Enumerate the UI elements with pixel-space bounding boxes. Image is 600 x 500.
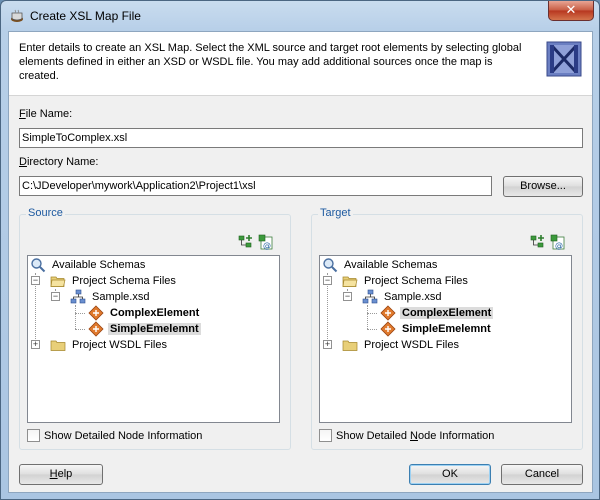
element-icon	[380, 305, 396, 321]
file-name-label: File Name:	[19, 108, 73, 120]
help-button[interactable]: Help	[19, 464, 103, 485]
collapse-icon[interactable]: −	[51, 292, 60, 301]
collapse-icon[interactable]: −	[31, 276, 40, 285]
close-icon: ✕	[565, 2, 577, 17]
target-group: Target @ Available Schemas − Project Sch…	[311, 207, 583, 450]
folder-open-icon	[50, 276, 66, 287]
source-group: Source @ Available Schemas − Project Sch…	[19, 207, 291, 450]
magnifier-icon	[323, 258, 338, 273]
window-title: Create XSL Map File	[30, 9, 141, 23]
tree-node-project-schema-files[interactable]: Project Schema Files	[342, 273, 470, 289]
tree-line	[367, 329, 377, 330]
folder-icon	[342, 340, 358, 351]
target-legend: Target	[318, 207, 353, 219]
dialog-window: Create XSL Map File ✕ Enter details to c…	[0, 0, 600, 500]
tree-line	[367, 305, 368, 329]
source-detail-checkbox[interactable]	[27, 429, 40, 442]
target-detail-checkbox-row[interactable]: Show Detailed Node Information	[319, 429, 494, 442]
dialog-body: Enter details to create an XSL Map. Sele…	[8, 31, 593, 493]
directory-name-label: Directory Name:	[19, 156, 99, 168]
tree-node-available-schemas[interactable]: Available Schemas	[322, 257, 439, 273]
import-schema-icon[interactable]: @	[550, 234, 566, 250]
collapse-icon[interactable]: −	[343, 292, 352, 301]
tree-node-project-wsdl-files[interactable]: Project WSDL Files	[342, 337, 461, 353]
xsl-map-icon	[546, 41, 582, 77]
source-legend: Source	[26, 207, 65, 219]
file-name-field[interactable]: SimpleToComplex.xsl	[19, 128, 583, 148]
tree-node-simple-element[interactable]: SimpleEmelemnt	[88, 321, 201, 337]
header-description: Enter details to create an XSL Map. Sele…	[19, 42, 522, 82]
folder-open-icon	[342, 276, 358, 287]
element-icon	[380, 321, 396, 337]
tree-node-simple-element[interactable]: SimpleEmelemnt	[380, 321, 493, 337]
magnifier-icon	[31, 258, 46, 273]
tree-line	[367, 313, 377, 314]
source-detail-checkbox-label: Show Detailed Node Information	[44, 429, 203, 442]
tree-node-sample-xsd[interactable]: Sample.xsd	[70, 289, 151, 305]
target-tree[interactable]: Available Schemas − Project Schema Files…	[319, 255, 572, 423]
expand-icon[interactable]: +	[31, 340, 40, 349]
target-detail-checkbox-label: Show Detailed Node Information	[336, 429, 495, 442]
directory-name-field[interactable]: C:\JDeveloper\mywork\Application2\Projec…	[19, 176, 492, 196]
add-schema-icon[interactable]	[238, 234, 254, 250]
svg-text:@: @	[555, 241, 563, 250]
close-button[interactable]: ✕	[548, 1, 594, 21]
source-detail-checkbox-row[interactable]: Show Detailed Node Information	[27, 429, 202, 442]
target-detail-checkbox[interactable]	[319, 429, 332, 442]
tree-line	[75, 305, 76, 329]
add-schema-icon[interactable]	[530, 234, 546, 250]
schema-file-icon	[70, 289, 86, 304]
tree-node-project-schema-files[interactable]: Project Schema Files	[50, 273, 178, 289]
tree-node-complex-element[interactable]: ComplexElement	[380, 305, 494, 321]
tree-line	[75, 313, 85, 314]
ok-button[interactable]: OK	[409, 464, 491, 485]
import-schema-icon[interactable]: @	[258, 234, 274, 250]
folder-icon	[50, 340, 66, 351]
schema-file-icon	[362, 289, 378, 304]
tree-node-project-wsdl-files[interactable]: Project WSDL Files	[50, 337, 169, 353]
cancel-button[interactable]: Cancel	[501, 464, 583, 485]
coffee-cup-icon	[11, 9, 23, 22]
collapse-icon[interactable]: −	[323, 276, 332, 285]
element-icon	[88, 321, 104, 337]
element-icon	[88, 305, 104, 321]
expand-icon[interactable]: +	[323, 340, 332, 349]
tree-node-sample-xsd[interactable]: Sample.xsd	[362, 289, 443, 305]
source-tree[interactable]: Available Schemas − Project Schema Files…	[27, 255, 280, 423]
browse-button[interactable]: Browse...	[503, 176, 583, 197]
tree-line	[75, 329, 85, 330]
svg-text:@: @	[263, 241, 271, 250]
header-panel: Enter details to create an XSL Map. Sele…	[9, 32, 592, 96]
title-bar[interactable]: Create XSL Map File ✕	[1, 1, 599, 31]
tree-node-available-schemas[interactable]: Available Schemas	[30, 257, 147, 273]
tree-node-complex-element[interactable]: ComplexElement	[88, 305, 201, 321]
